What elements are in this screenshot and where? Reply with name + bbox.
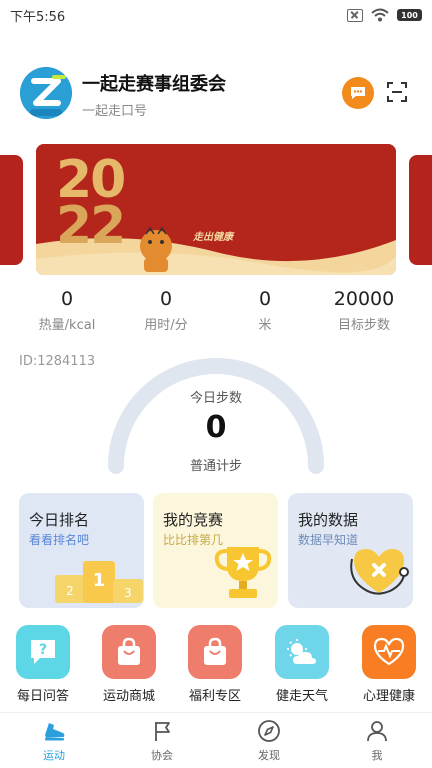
promo-banner[interactable]: 20 22 [36, 144, 396, 275]
shopping-bag-icon [102, 625, 156, 679]
feature-shortcuts: ? 每日问答 运动商城 福利专区 健走天气 心理健康 [0, 625, 432, 705]
bottom-tab-bar: 运动 协会 发现 我 [0, 712, 432, 768]
podium-number: 2 [66, 584, 74, 598]
scan-button[interactable] [385, 80, 409, 104]
compass-icon [239, 719, 299, 743]
status-time: 下午5:56 [10, 9, 66, 25]
scan-icon [387, 82, 407, 102]
podium-icon: 2 1 3 [55, 561, 143, 603]
tab-association[interactable]: 协会 [132, 719, 192, 763]
wifi-icon [371, 8, 389, 22]
steps-value: 0 [205, 410, 227, 445]
org-header: 一起走赛事组委会 一起走口号 [0, 60, 432, 130]
notification-x-icon [347, 8, 363, 22]
weather-icon [275, 625, 329, 679]
steps-mode[interactable]: 普通计步 [0, 455, 432, 474]
feature-walking-weather[interactable]: 健走天气 [262, 625, 342, 704]
feature-label: 心理健康 [362, 689, 415, 704]
card-title: 我的竞赛 [163, 511, 224, 529]
tab-label: 协会 [151, 749, 173, 762]
stat-label: 用时/分 [144, 318, 188, 333]
svg-text:?: ? [39, 642, 47, 658]
feature-welfare-zone[interactable]: 福利专区 [175, 625, 255, 704]
tab-label: 我 [371, 749, 383, 762]
podium-number: 3 [124, 586, 132, 600]
feature-label: 运动商城 [102, 689, 155, 704]
podium-number: 1 [93, 570, 106, 591]
feature-mental-health[interactable]: 心理健康 [349, 625, 429, 704]
shopping-bag-icon [188, 625, 242, 679]
card-title: 今日排名 [29, 511, 90, 529]
stat-value: 0 [60, 288, 74, 310]
stat-distance: 0 米 [215, 286, 315, 333]
heart-stethoscope-icon [350, 549, 409, 595]
card-my-data[interactable]: 我的数据 数据早知道 [288, 493, 413, 608]
message-button[interactable] [342, 77, 374, 109]
stat-value: 0 [258, 288, 272, 310]
question-chat-icon: ? [16, 625, 70, 679]
stat-duration: 0 用时/分 [116, 286, 216, 333]
steps-label: 今日步数 [189, 391, 242, 406]
chat-bubble-icon [351, 87, 365, 99]
banner-year-bottom: 22 [56, 196, 126, 256]
tab-label: 发现 [258, 749, 280, 762]
shoe-icon [24, 719, 84, 743]
feature-daily-quiz[interactable]: ? 每日问答 [3, 625, 83, 704]
org-slogan: 一起走口号 [82, 104, 148, 119]
stats-row: 0 热量/kcal 0 用时/分 0 米 20000 目标步数 [0, 286, 432, 336]
stat-label: 热量/kcal [38, 318, 96, 333]
heart-pulse-icon [362, 625, 416, 679]
tab-sports[interactable]: 运动 [24, 719, 84, 763]
person-icon [347, 719, 407, 743]
card-today-ranking[interactable]: 今日排名 看看排名吧 2 1 3 [19, 493, 144, 608]
stat-value: 0 [159, 288, 173, 310]
stat-value: 20000 [333, 288, 395, 310]
card-title: 我的数据 [298, 511, 359, 529]
feature-label: 福利专区 [188, 689, 241, 704]
battery-icon: 100 [397, 9, 422, 21]
logo-icon [20, 67, 72, 119]
banner-slogan: 走出健康 [193, 232, 233, 243]
stat-label: 米 [258, 318, 272, 333]
stat-label: 目标步数 [337, 318, 390, 333]
feature-label: 每日问答 [16, 689, 69, 704]
tab-label: 运动 [43, 749, 65, 762]
status-bar: 下午5:56 100 [0, 0, 432, 30]
feature-sports-mall[interactable]: 运动商城 [89, 625, 169, 704]
banner-next-peek[interactable] [409, 155, 432, 265]
stat-goal: 20000 目标步数 [314, 286, 414, 333]
feature-label: 健走天气 [275, 689, 328, 704]
org-logo[interactable] [20, 67, 72, 119]
user-id: ID:1284113 [19, 354, 96, 369]
trophy-icon [214, 547, 272, 598]
card-my-competition[interactable]: 我的竞赛 比比排第几 [153, 493, 278, 608]
org-name: 一起走赛事组委会 [82, 74, 226, 95]
tab-me[interactable]: 我 [347, 719, 407, 763]
card-subtitle: 看看排名吧 [29, 533, 90, 547]
flag-icon [132, 719, 192, 743]
tab-discover[interactable]: 发现 [239, 719, 299, 763]
stat-calories: 0 热量/kcal [17, 286, 117, 333]
banner-prev-peek[interactable] [0, 155, 23, 265]
